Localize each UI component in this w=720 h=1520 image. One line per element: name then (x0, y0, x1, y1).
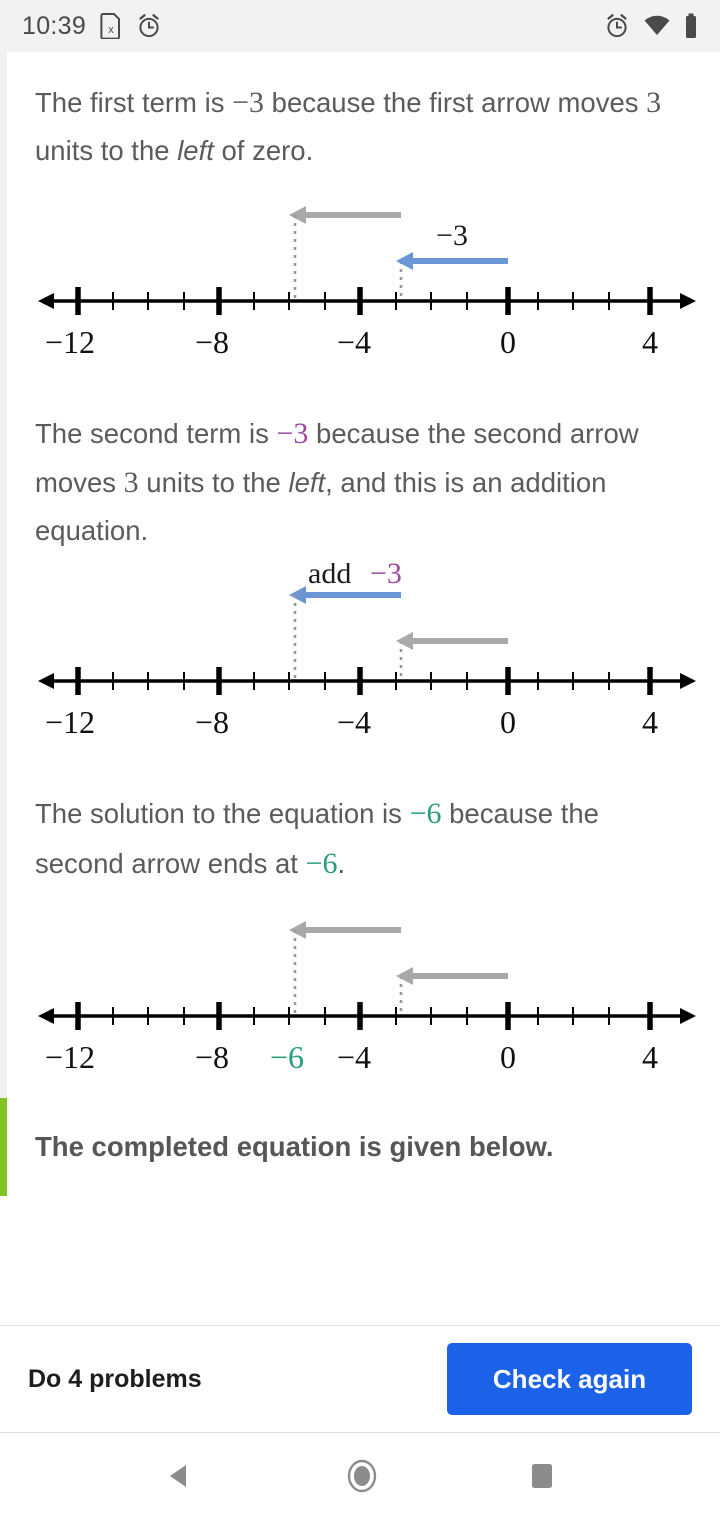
check-again-button[interactable]: Check again (447, 1343, 692, 1415)
sim-card-x-icon: x (100, 13, 122, 39)
axis-arrow-left (38, 1008, 54, 1025)
step-1-text-c: units to the (35, 134, 178, 166)
step-1-term-value: −3 (232, 86, 265, 119)
tick-label-minus12: −12 (45, 324, 95, 360)
step-1-text-b: because the first arrow moves (264, 87, 647, 118)
tick-label-four: 4 (642, 704, 658, 740)
tick-label-minus6-highlight: −6 (270, 1039, 304, 1075)
step-2-units-value: 3 (123, 466, 139, 500)
lower-arrow-gray (396, 967, 508, 986)
step-3-solution-value: −6 (409, 797, 442, 831)
tick-label-minus12: −12 (45, 1039, 95, 1075)
lower-arrow-gray (396, 632, 508, 651)
axis-arrow-right (680, 292, 696, 309)
wifi-icon (643, 15, 671, 37)
step-3-endpoint-value: −6 (305, 846, 338, 880)
step-2: The second term is −3 because the second… (0, 382, 720, 764)
tick-label-minus8: −8 (195, 1039, 229, 1075)
step-3-text: The solution to the equation is −6 becau… (7, 763, 720, 898)
status-bar-left: 10:39 x (22, 12, 162, 41)
axis-arrow-left (38, 673, 54, 690)
battery-icon (684, 13, 698, 39)
axis-arrow-right (680, 673, 696, 690)
arrow-label-minus3: −3 (436, 219, 468, 252)
status-bar-right (604, 13, 698, 39)
tick-label-minus4: −4 (337, 704, 371, 740)
completed-equation-callout: The completed equation is given below. (0, 1098, 720, 1196)
number-line-diagram-2: add −3 −12 −8 −4 0 4 (0, 563, 720, 763)
step-1-direction: left (177, 134, 214, 166)
step-1-text-d: of zero. (213, 134, 314, 166)
tick-label-zero: 0 (500, 1039, 516, 1075)
axis-arrow-left (38, 292, 54, 309)
alarm-icon (136, 13, 162, 39)
step-1-units-value: 3 (646, 86, 662, 119)
status-bar: 10:39 x (0, 0, 720, 52)
status-time: 10:39 (22, 11, 87, 40)
arrow-label-add: add (308, 563, 351, 590)
number-line-diagram-1: −3 −12 −8 −4 0 4 (0, 183, 720, 383)
step-1-text-a: The first term is (35, 87, 233, 118)
home-button[interactable] (341, 1455, 383, 1497)
step-3-text-c: . (337, 847, 346, 879)
axis-arrow-right (680, 1008, 696, 1025)
tick-label-four: 4 (642, 324, 658, 360)
recents-button[interactable] (526, 1458, 558, 1494)
step-2-text-a: The second term is (35, 417, 277, 449)
tick-label-zero: 0 (500, 704, 516, 740)
upper-arrow-gray (289, 921, 401, 940)
do-problems-label[interactable]: Do 4 problems (28, 1365, 202, 1394)
completed-equation-text: The completed equation is given below. (35, 1131, 554, 1163)
android-nav-bar (0, 1433, 720, 1519)
tick-label-minus8: −8 (195, 324, 229, 360)
back-button[interactable] (162, 1458, 198, 1494)
tick-label-zero: 0 (500, 324, 516, 360)
step-2-term-value: −3 (276, 416, 309, 450)
tick-label-minus12: −12 (45, 704, 95, 740)
tick-label-four: 4 (642, 1039, 658, 1075)
bottom-action-bar: Do 4 problems Check again (0, 1325, 720, 1433)
number-line-diagram-3: −12 −8 −6 −4 0 4 (0, 898, 720, 1098)
step-3-text-a: The solution to the equation is (35, 798, 410, 830)
step-2-direction: left (288, 467, 326, 499)
arrow-label-add-value: −3 (370, 563, 402, 590)
step-2-text: The second term is −3 because the second… (7, 383, 720, 563)
step-2-text-c: units to the (138, 467, 289, 499)
step-1: The first term is −3 because the first a… (0, 52, 720, 383)
step-3: The solution to the equation is −6 becau… (0, 763, 720, 1099)
tick-label-minus4: −4 (337, 1039, 371, 1075)
lesson-content: The first term is −3 because the first a… (0, 52, 720, 1325)
svg-text:x: x (108, 24, 114, 36)
upper-arrow-gray (289, 205, 401, 224)
step-1-text: The first term is −3 because the first a… (7, 52, 720, 183)
alarm-icon (604, 13, 630, 39)
tick-label-minus8: −8 (195, 704, 229, 740)
lower-arrow-blue (396, 251, 508, 270)
tick-label-minus4: −4 (337, 324, 371, 360)
